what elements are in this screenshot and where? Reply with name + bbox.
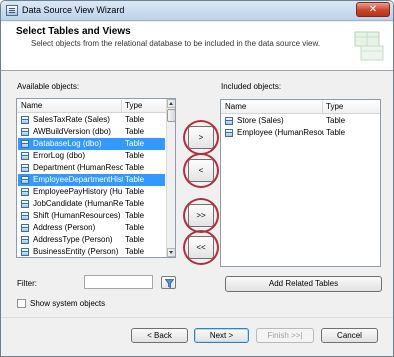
type-column-header[interactable]: Type — [125, 101, 142, 110]
table-name: Department (HumanReso... — [33, 163, 123, 172]
wizard-app-icon — [6, 5, 18, 16]
wizard-window: Data Source View Wizard ✕ Select Tables … — [0, 0, 394, 357]
cancel-button[interactable]: Cancel — [321, 328, 378, 343]
table-type: Table — [125, 175, 145, 184]
table-row[interactable]: AddressType (Person) Table — [18, 234, 165, 246]
table-row[interactable]: SalesTaxRate (Sales) Table — [18, 114, 165, 126]
footer-divider — [1, 317, 393, 318]
filter-button[interactable] — [161, 276, 176, 289]
funnel-icon — [165, 279, 174, 288]
table-icon — [21, 236, 29, 244]
table-type: Table — [125, 235, 145, 244]
finish-button[interactable]: Finish >>| — [256, 328, 314, 343]
table-type: Table — [326, 116, 346, 125]
highlight-ring — [183, 120, 219, 155]
table-type: Table — [125, 211, 145, 220]
table-name: Employee (HumanResou... — [237, 128, 324, 137]
show-system-objects-checkbox[interactable] — [17, 299, 26, 308]
table-type: Table — [326, 128, 346, 137]
table-type: Table — [125, 127, 145, 136]
filter-label: Filter: — [17, 279, 37, 288]
table-icon — [21, 248, 29, 256]
available-list-header: Name Type — [17, 99, 166, 113]
name-column-header[interactable]: Name — [225, 102, 246, 111]
highlight-ring — [183, 153, 219, 188]
table-type: Table — [125, 187, 145, 196]
table-icon — [21, 224, 29, 232]
wizard-header: Select Tables and Views Select objects f… — [1, 22, 393, 71]
title-bar[interactable]: Data Source View Wizard ✕ — [1, 1, 393, 21]
table-row[interactable]: Store (Sales) Table — [222, 115, 352, 127]
table-row[interactable]: AWBuildVersion (dbo) Table — [18, 126, 165, 138]
table-row[interactable]: Employee (HumanResou... Table — [222, 127, 352, 139]
table-type: Table — [125, 151, 145, 160]
table-icon — [21, 200, 29, 208]
table-icon — [21, 176, 29, 184]
available-objects-label: Available objects: — [17, 82, 80, 91]
table-icon — [21, 212, 29, 220]
scroll-thumb[interactable] — [167, 109, 175, 122]
name-column-header[interactable]: Name — [21, 101, 42, 110]
highlight-ring — [183, 198, 219, 233]
available-objects-list[interactable]: Name Type SalesTaxRate (Sales) Table AWBui… — [16, 98, 176, 258]
table-type: Table — [125, 139, 145, 148]
included-list-header: Name Type — [221, 100, 380, 114]
scroll-down-arrow-icon[interactable] — [167, 248, 175, 257]
table-name: BusinessEntity (Person) — [33, 247, 119, 256]
table-name: AddressType (Person) — [33, 235, 113, 244]
table-row[interactable]: JobCandidate (HumanRes...Table — [18, 198, 165, 210]
close-button[interactable]: ✕ — [356, 2, 390, 17]
table-type: Table — [125, 115, 145, 124]
table-icon — [21, 140, 29, 148]
table-type: Table — [125, 223, 145, 232]
table-name: Address (Person) — [33, 223, 96, 232]
window-title: Data Source View Wizard — [22, 5, 125, 15]
table-name: SalesTaxRate (Sales) — [33, 115, 110, 124]
page-subtitle: Select objects from the relational datab… — [31, 39, 321, 48]
included-objects-list[interactable]: Name Type Store (Sales) Table Employee (Hu… — [220, 99, 381, 267]
scroll-up-arrow-icon[interactable] — [167, 99, 175, 108]
table-icon — [225, 117, 233, 125]
table-row[interactable]: EmployeeDepartmentHist... Table — [18, 174, 165, 186]
table-row[interactable]: ErrorLog (dbo) Table — [18, 150, 165, 162]
table-type: Table — [125, 199, 145, 208]
next-button[interactable]: Next > — [194, 328, 249, 343]
table-icon — [21, 188, 29, 196]
table-name: ErrorLog (dbo) — [33, 151, 86, 160]
table-name: AWBuildVersion (dbo) — [33, 127, 111, 136]
table-row[interactable]: BusinessEntity (Person) Table — [18, 246, 165, 257]
add-related-tables-button[interactable]: Add Related Tables — [225, 276, 382, 292]
table-row[interactable]: Shift (HumanResources) Table — [18, 210, 165, 222]
table-name: EmployeeDepartmentHist... — [33, 175, 123, 184]
back-button[interactable]: < Back — [131, 328, 188, 343]
table-icon — [21, 116, 29, 124]
table-name: EmployeePayHistory (Hu... — [33, 187, 123, 196]
type-column-header[interactable]: Type — [326, 102, 343, 111]
table-row[interactable]: DatabaseLog (dbo) Table — [18, 138, 165, 150]
table-icon — [21, 164, 29, 172]
table-type: Table — [125, 163, 145, 172]
show-system-objects-label: Show system objects — [30, 299, 106, 308]
table-icon — [21, 128, 29, 136]
included-objects-label: Included objects: — [221, 82, 282, 91]
table-name: DatabaseLog (dbo) — [33, 139, 102, 148]
filter-input[interactable] — [84, 275, 153, 289]
table-icon — [21, 152, 29, 160]
table-row[interactable]: EmployeePayHistory (Hu... Table — [18, 186, 165, 198]
tables-graphic-icon — [354, 31, 384, 61]
page-title: Select Tables and Views — [16, 26, 131, 37]
table-row[interactable]: Department (HumanReso... Table — [18, 162, 165, 174]
table-name: JobCandidate (HumanRes... — [33, 199, 123, 208]
table-name: Shift (HumanResources) — [33, 211, 121, 220]
table-row[interactable]: Address (Person) Table — [18, 222, 165, 234]
table-name: Store (Sales) — [237, 116, 284, 125]
available-list-scrollbar[interactable] — [166, 99, 175, 257]
table-icon — [225, 129, 233, 137]
highlight-ring — [183, 230, 219, 265]
table-type: Table — [125, 247, 145, 256]
